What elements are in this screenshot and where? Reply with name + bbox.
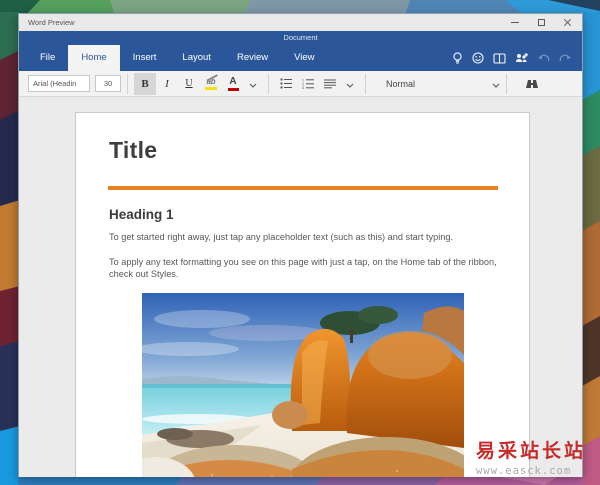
document-page[interactable]: Title Heading 1 To get started right awa…: [75, 112, 530, 477]
undo-icon[interactable]: [537, 53, 550, 64]
underline-button[interactable]: U: [178, 73, 200, 95]
ribbon-header: Document File Home Insert Layout Review …: [19, 31, 582, 71]
maximize-icon: [537, 19, 545, 26]
font-size-input[interactable]: 30: [95, 75, 121, 92]
toolbar-divider: [127, 73, 128, 94]
close-button[interactable]: [556, 14, 578, 31]
document-name: Document: [283, 33, 318, 42]
font-color-icon: A: [227, 76, 239, 91]
bold-button[interactable]: B: [134, 72, 156, 95]
numbered-list-icon: 123: [302, 78, 314, 89]
title-accent-rule: [108, 186, 498, 190]
ribbon-right-icons: [452, 45, 572, 71]
document-photo[interactable]: [142, 293, 464, 477]
tab-file[interactable]: File: [27, 45, 68, 71]
toolbar-divider: [268, 73, 269, 94]
beach-photo-illustration: [142, 293, 464, 477]
watermark: 易采站长站 www.easck.com: [476, 436, 586, 477]
highlight-button[interactable]: ab: [200, 73, 222, 95]
tab-home[interactable]: Home: [68, 45, 120, 71]
maximize-button[interactable]: [530, 14, 552, 31]
chevron-down-icon[interactable]: [346, 75, 354, 93]
numbered-list-button[interactable]: 123: [297, 73, 319, 95]
style-dropdown[interactable]: Normal: [372, 73, 500, 95]
ribbon-tabs: File Home Insert Layout Review View: [27, 45, 328, 71]
tab-layout[interactable]: Layout: [169, 45, 224, 71]
italic-button[interactable]: I: [156, 73, 178, 95]
bullet-list-button[interactable]: [275, 73, 297, 95]
highlight-icon: ab: [205, 77, 217, 90]
font-color-button[interactable]: A: [222, 73, 244, 95]
doc-paragraph-line: check out Styles.: [109, 269, 179, 279]
watermark-url: www.easck.com: [475, 465, 572, 477]
toolbar-divider: [506, 73, 507, 94]
chevron-down-icon[interactable]: [249, 75, 257, 93]
toolbar-divider: [365, 73, 366, 94]
smiley-icon[interactable]: [472, 52, 484, 64]
redo-icon[interactable]: [559, 53, 572, 64]
watermark-brand: 易采站长站: [475, 440, 586, 462]
doc-paragraph-line: To apply any text formatting you see on …: [109, 257, 497, 267]
formatting-toolbar: Arial (Headin 30 B I U ab A 1 2 3 Normal: [19, 71, 582, 97]
chevron-down-icon: [492, 75, 500, 93]
alignment-button[interactable]: [319, 73, 341, 95]
word-preview-window: Word Preview Document File Home Insert L…: [18, 13, 583, 477]
doc-paragraph[interactable]: To get started right away, just tap any …: [109, 231, 453, 243]
screenshot-stage: Word Preview Document File Home Insert L…: [0, 0, 600, 485]
binoculars-find-icon: [526, 80, 538, 88]
find-button[interactable]: [521, 73, 543, 95]
minimize-icon: [511, 22, 519, 23]
doc-title-text[interactable]: Title: [109, 137, 157, 164]
svg-text:3: 3: [302, 86, 304, 89]
minimize-button[interactable]: [504, 14, 526, 31]
window-titlebar[interactable]: Word Preview: [19, 14, 582, 31]
lightbulb-icon[interactable]: [452, 51, 463, 65]
align-icon: [324, 79, 336, 88]
doc-paragraph[interactable]: To apply any text formatting you see on …: [109, 256, 497, 280]
doc-heading1-text[interactable]: Heading 1: [109, 207, 174, 222]
close-icon: [563, 18, 572, 27]
style-value: Normal: [386, 78, 416, 89]
share-people-icon[interactable]: [515, 52, 528, 64]
bullet-list-icon: [279, 78, 292, 89]
tab-review[interactable]: Review: [224, 45, 281, 71]
read-mode-icon[interactable]: [493, 52, 506, 64]
document-canvas: Title Heading 1 To get started right awa…: [19, 98, 582, 477]
tab-insert[interactable]: Insert: [120, 45, 170, 71]
window-title: Word Preview: [28, 18, 75, 27]
font-name-input[interactable]: Arial (Headin: [28, 75, 90, 92]
tab-view[interactable]: View: [281, 45, 327, 71]
